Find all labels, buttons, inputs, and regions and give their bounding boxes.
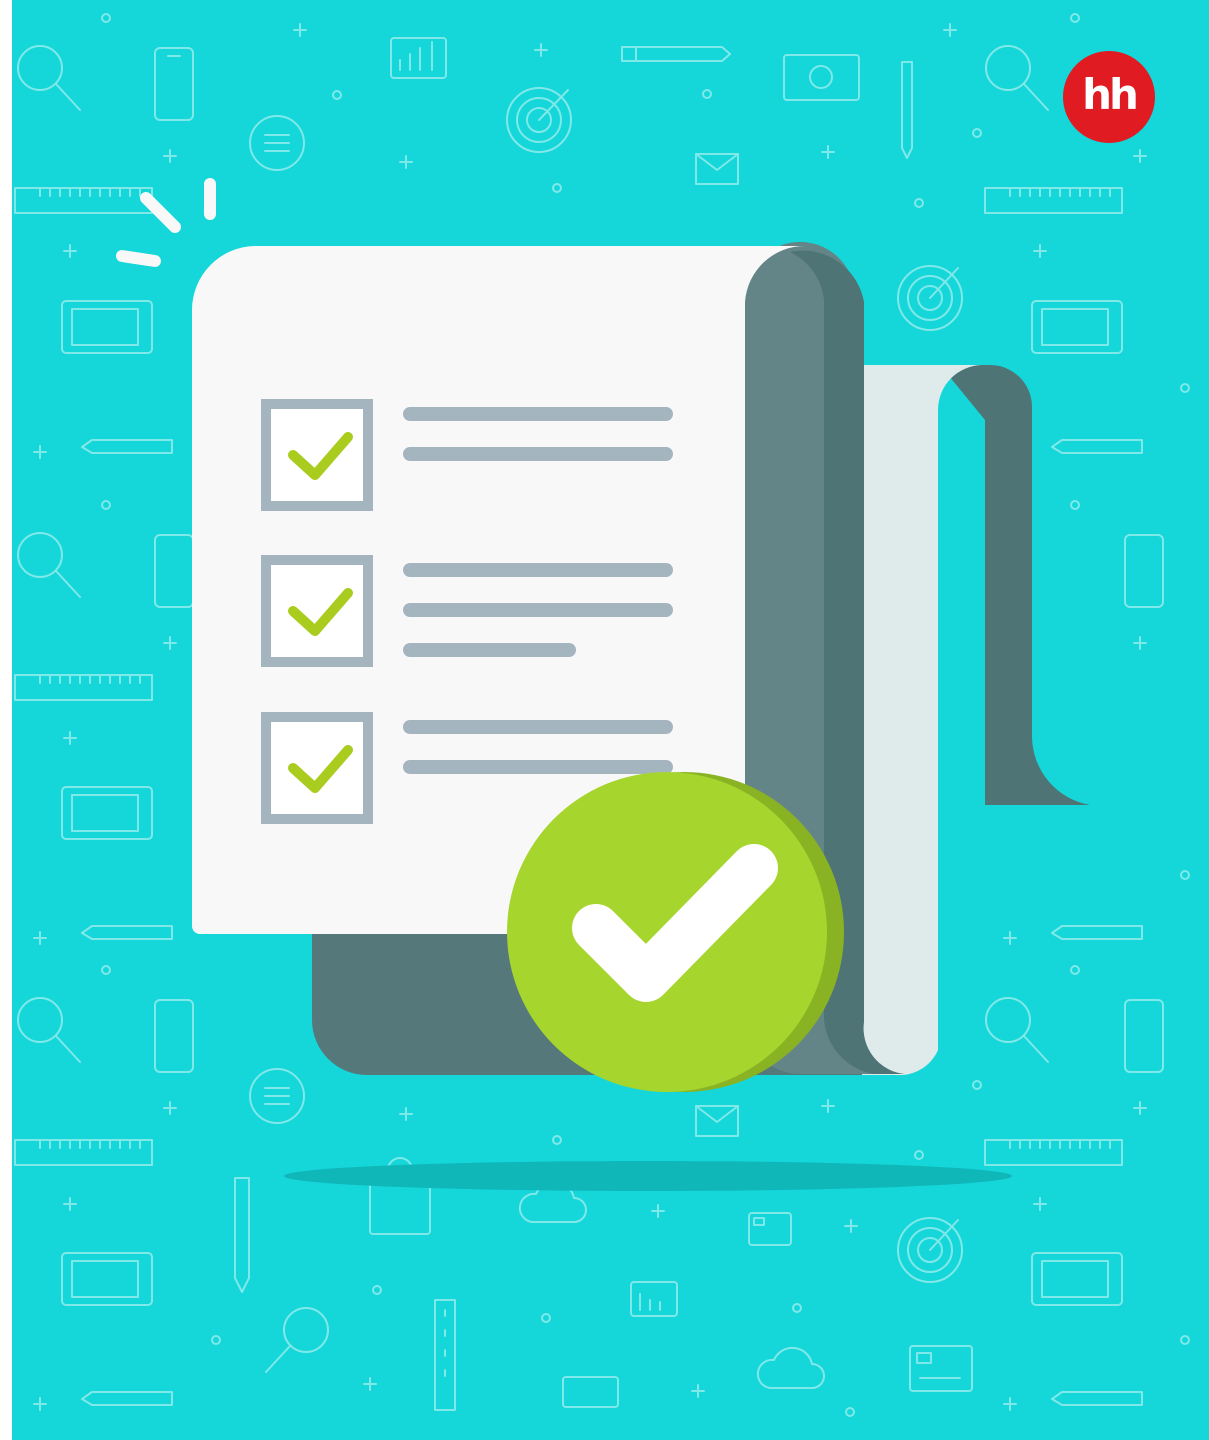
text-line-placeholder [403,447,673,461]
text-line-placeholder [403,643,576,657]
logo-text: hh [1082,70,1139,119]
checklist-illustration [12,0,1209,1440]
illustration-canvas: hh [0,0,1209,1440]
text-line-placeholder [403,760,673,774]
target-icon [897,265,963,331]
text-line-placeholder [403,603,673,617]
text-line-placeholder [403,720,673,734]
target-icon [506,87,572,153]
checkbox [261,555,373,667]
checkbox [261,712,373,824]
approved-checkmark-icon [507,772,844,1092]
target-icon [897,1217,963,1283]
checkbox [261,399,373,511]
text-line-placeholder [403,563,673,577]
text-line-placeholder [403,407,673,421]
floor-shadow [284,1161,1012,1191]
hh-logo[interactable]: hh [1063,51,1155,143]
